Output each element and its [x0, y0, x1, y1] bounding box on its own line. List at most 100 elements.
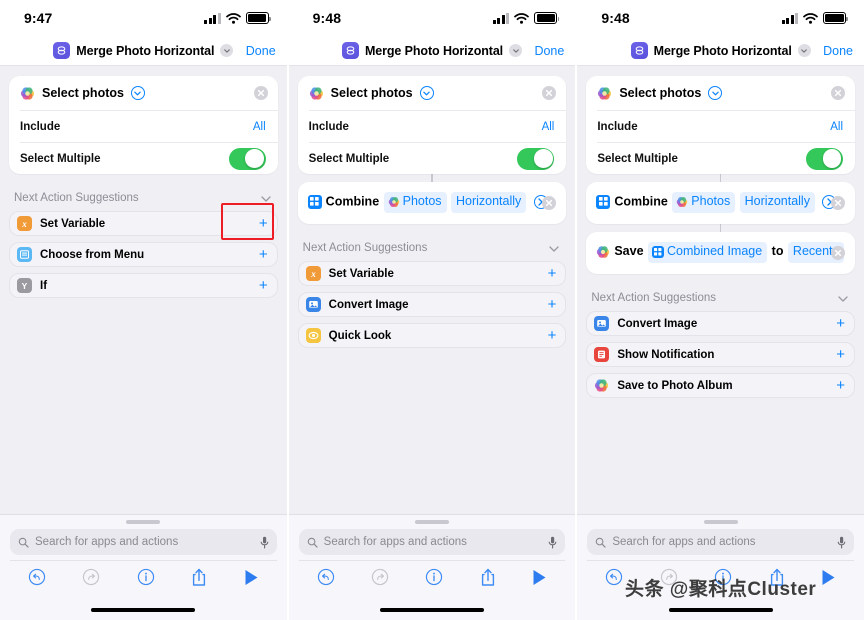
close-circle-icon[interactable] [831, 196, 846, 211]
done-button[interactable]: Done [534, 44, 564, 58]
search-bar[interactable]: Search for apps and actions [587, 529, 855, 555]
select-multiple-toggle[interactable] [517, 147, 555, 170]
chevron-down-icon[interactable] [549, 239, 559, 257]
sheet-grabber[interactable] [703, 520, 738, 524]
row-value[interactable]: All [542, 121, 555, 133]
card-row[interactable]: Include All [298, 111, 567, 142]
undo-icon[interactable] [605, 568, 623, 591]
select-multiple-toggle[interactable] [806, 147, 844, 170]
suggestion-item[interactable]: x Set Variable + [9, 211, 278, 236]
microphone-icon [837, 536, 846, 549]
suggestion-item[interactable]: x Set Variable + [297, 261, 567, 287]
cellular-signal-icon [781, 12, 799, 24]
play-icon[interactable] [244, 569, 259, 591]
wifi-icon [803, 12, 818, 24]
token-chip[interactable]: Horizontally [739, 191, 815, 213]
search-input[interactable]: Search for apps and actions [324, 536, 543, 548]
chevron-down-icon[interactable] [509, 44, 523, 57]
select-photos-card[interactable]: Select photos Include All Select Multipl… [586, 76, 856, 174]
card-row[interactable]: Select Multiple [586, 143, 855, 174]
suggestion-item[interactable]: Save to Photo Album + [586, 373, 856, 399]
card-row[interactable]: Include All [9, 111, 278, 142]
share-icon[interactable] [769, 568, 785, 592]
plus-icon[interactable]: + [836, 347, 845, 362]
share-icon[interactable] [480, 568, 496, 592]
play-icon[interactable] [532, 569, 547, 591]
plus-icon[interactable]: + [259, 247, 268, 262]
suggestions-header[interactable]: Next Action Suggestions [9, 185, 278, 211]
token-chip[interactable]: Horizontally [450, 191, 527, 213]
chevron-down-circle-icon[interactable] [130, 86, 145, 100]
card-header[interactable]: Select photos [298, 76, 567, 110]
suggestion-label: Convert Image [617, 317, 698, 330]
sheet-grabber[interactable] [126, 520, 161, 524]
token-chip[interactable]: Combined Image [648, 241, 768, 263]
nav-title-group[interactable]: Merge Photo Horizontal [630, 42, 811, 59]
plus-icon[interactable]: + [259, 216, 268, 231]
panel-3: 9:48 Merge Photo Horizontal Done Select … [577, 0, 864, 620]
chevron-down-icon[interactable] [261, 189, 271, 207]
card-header[interactable]: Select photos [9, 76, 278, 110]
plus-icon[interactable]: + [548, 328, 557, 343]
card-row[interactable]: Select Multiple [298, 143, 567, 174]
token-chip[interactable]: Photos [672, 191, 736, 213]
variable-icon: x [305, 266, 321, 282]
row-label: Select Multiple [597, 152, 678, 165]
card-row[interactable]: Include All [586, 111, 855, 142]
close-circle-icon[interactable] [831, 246, 846, 261]
chevron-down-icon[interactable] [220, 44, 234, 57]
bottom-sheet: Search for apps and actions [577, 514, 864, 620]
info-icon[interactable] [137, 568, 155, 591]
done-button[interactable]: Done [246, 44, 276, 58]
combine-images-card[interactable]: Combine Photos Horizontally [297, 182, 567, 225]
undo-icon[interactable] [28, 568, 46, 591]
chevron-down-circle-icon[interactable] [708, 86, 723, 100]
search-input[interactable]: Search for apps and actions [612, 536, 831, 548]
save-to-album-card[interactable]: Save Combined Image to Recents [586, 232, 856, 275]
chevron-down-icon[interactable] [797, 44, 811, 57]
select-photos-card[interactable]: Select photos Include All Select Multipl… [9, 76, 278, 174]
share-icon[interactable] [191, 568, 207, 592]
close-circle-icon[interactable] [542, 196, 557, 211]
select-photos-card[interactable]: Select photos Include All Select Multipl… [297, 76, 567, 174]
cellular-signal-icon [204, 12, 221, 24]
suggestions-title: Next Action Suggestions [302, 242, 428, 255]
token-chip[interactable]: Photos [383, 191, 447, 213]
close-circle-icon[interactable] [542, 86, 557, 100]
suggestions-header[interactable]: Next Action Suggestions [586, 285, 855, 311]
plus-icon[interactable]: + [548, 266, 557, 281]
chevron-down-icon[interactable] [838, 289, 848, 307]
suggestion-item[interactable]: Y If + [9, 273, 278, 298]
card-header[interactable]: Select photos [586, 76, 855, 110]
suggestion-item[interactable]: Show Notification + [586, 342, 856, 368]
combine-images-card[interactable]: Combine Photos Horizontally [586, 182, 856, 225]
suggestion-item[interactable]: Convert Image + [297, 292, 567, 318]
nav-title-group[interactable]: Merge Photo Horizontal [341, 42, 523, 59]
plus-icon[interactable]: + [836, 316, 845, 331]
undo-icon[interactable] [317, 568, 335, 591]
suggestion-item[interactable]: Quick Look + [297, 323, 567, 349]
search-input[interactable]: Search for apps and actions [35, 536, 254, 548]
suggestion-item[interactable]: Convert Image + [586, 311, 856, 337]
sheet-grabber[interactable] [415, 520, 449, 524]
row-value[interactable]: All [830, 121, 843, 133]
chevron-down-circle-icon[interactable] [419, 86, 434, 100]
done-button[interactable]: Done [823, 44, 853, 58]
search-bar[interactable]: Search for apps and actions [298, 529, 566, 555]
close-circle-icon[interactable] [831, 86, 846, 100]
play-icon[interactable] [821, 569, 836, 591]
info-icon[interactable] [714, 568, 732, 591]
search-bar[interactable]: Search for apps and actions [10, 529, 277, 555]
plus-icon[interactable]: + [259, 278, 268, 293]
suggestions-header[interactable]: Next Action Suggestions [298, 235, 567, 261]
suggestion-item[interactable]: Choose from Menu + [9, 242, 278, 267]
plus-icon[interactable]: + [548, 297, 557, 312]
info-icon[interactable] [425, 568, 443, 591]
nav-title-group[interactable]: Merge Photo Horizontal [53, 42, 234, 59]
token-chip-label: Horizontally [744, 194, 810, 209]
plus-icon[interactable]: + [836, 378, 845, 393]
select-multiple-toggle[interactable] [228, 147, 266, 170]
row-value[interactable]: All [253, 121, 266, 133]
close-circle-icon[interactable] [253, 86, 268, 100]
card-row[interactable]: Select Multiple [9, 143, 278, 174]
